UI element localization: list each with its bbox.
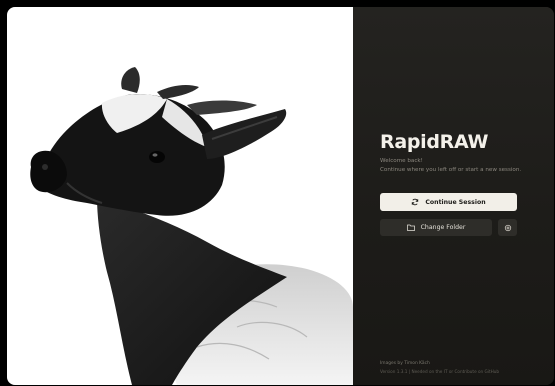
- continue-session-button[interactable]: Continue Session: [380, 193, 517, 211]
- version-info: Version 1.3.1 | Needed on the IT or Cont…: [380, 369, 500, 374]
- refresh-icon: [411, 198, 419, 206]
- settings-button[interactable]: [498, 219, 517, 236]
- app-title: RapidRAW: [380, 131, 489, 153]
- change-folder-label: Change Folder: [420, 224, 466, 231]
- app-window: RapidRAW Welcome back! Continue where yo…: [7, 7, 554, 385]
- welcome-panel: RapidRAW Welcome back! Continue where yo…: [353, 7, 554, 385]
- welcome-text: Welcome back!: [380, 158, 423, 164]
- gear-icon: [504, 224, 512, 232]
- image-credit: Images by Timon Käch: [380, 361, 430, 366]
- splash-photo: [7, 7, 353, 385]
- continue-session-label: Continue Session: [425, 198, 486, 206]
- folder-icon: [406, 224, 415, 231]
- welcome-subtitle: Continue where you left off or start a n…: [380, 167, 522, 173]
- goat-image: [30, 67, 353, 385]
- change-folder-button[interactable]: Change Folder: [380, 219, 492, 236]
